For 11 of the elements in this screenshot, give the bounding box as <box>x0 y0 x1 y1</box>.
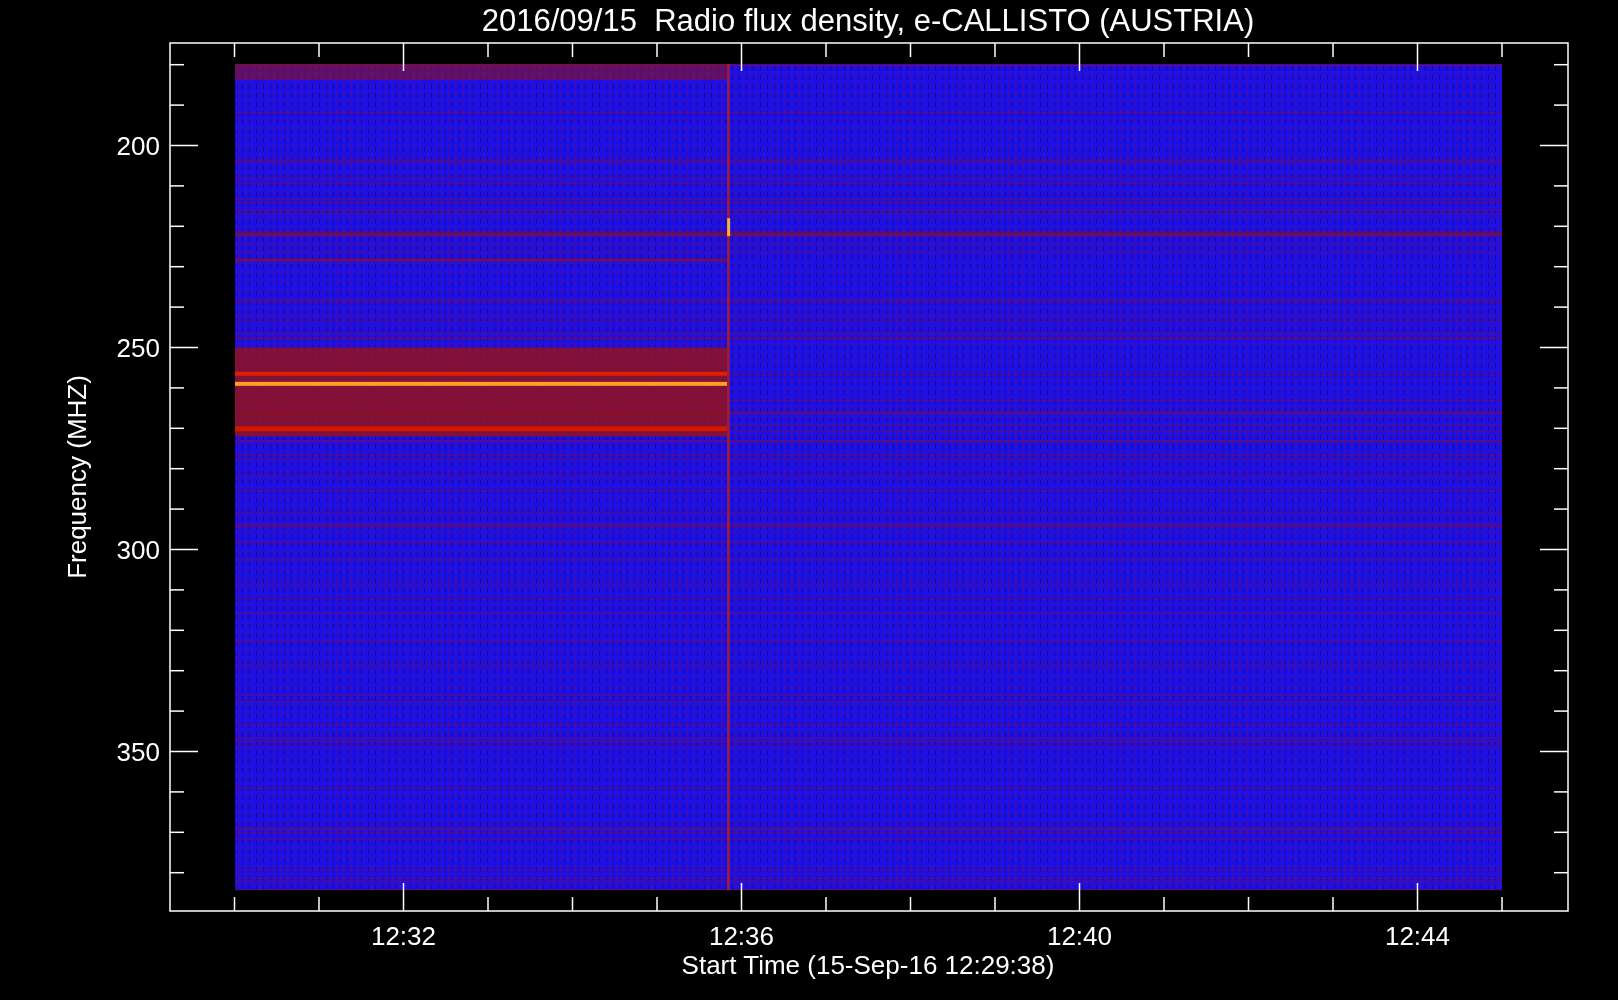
tick-label: 300 <box>116 534 160 565</box>
chart-title: 2016/09/15 Radio flux density, e-CALLISTO (AUSTRIA) <box>481 3 1255 38</box>
tick-label: 12:32 <box>370 921 437 951</box>
tick-label: 350 <box>116 736 160 767</box>
tick-label: 12:36 <box>708 921 775 951</box>
tick-label: 12:44 <box>1384 921 1451 951</box>
tick-label: 12:40 <box>1046 921 1113 951</box>
tick-label: 200 <box>116 130 160 161</box>
axis-label: Start Time (15-Sep-16 12:29:38) <box>681 950 1055 980</box>
tick-label: 250 <box>116 332 160 363</box>
axis-label: Frequency (MHZ) <box>62 375 92 579</box>
